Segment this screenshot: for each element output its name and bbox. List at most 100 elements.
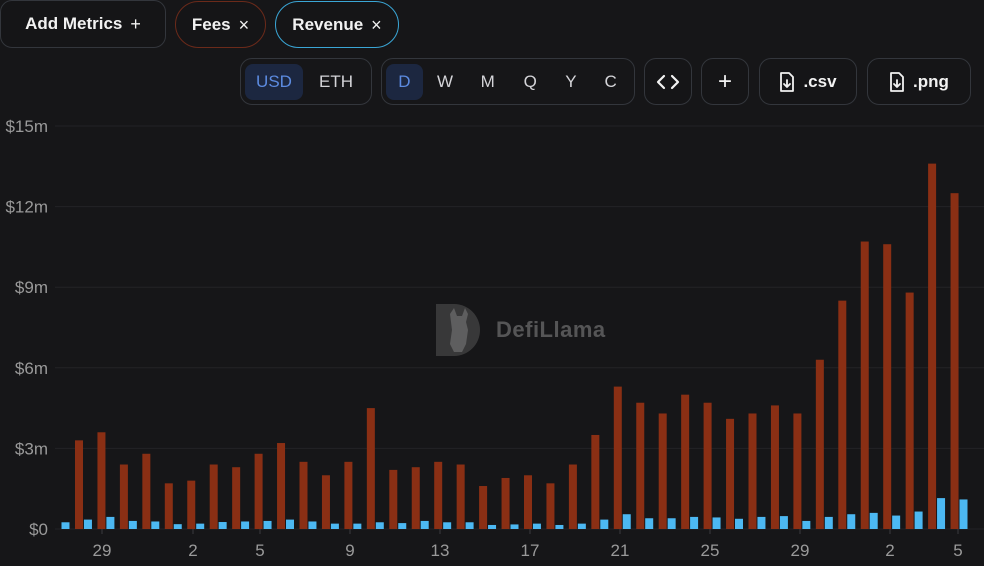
revenue-bar: [937, 498, 946, 529]
revenue-bar: [263, 520, 272, 529]
revenue-bar: [353, 523, 362, 529]
fees-bar: [860, 241, 869, 529]
fees-bar: [883, 244, 892, 530]
y-tick-label: $15m: [5, 117, 48, 136]
fees-bar: [164, 483, 173, 529]
y-tick-label: $9m: [15, 278, 48, 297]
revenue-bar: [690, 516, 699, 529]
fees-bar: [703, 402, 712, 529]
revenue-bar: [555, 524, 564, 529]
fees-bar: [501, 477, 510, 529]
fees-bar: [815, 359, 824, 529]
fees-bar: [97, 432, 106, 529]
revenue-bar: [218, 522, 227, 529]
x-tick-label: 29: [791, 541, 810, 560]
revenue-bar: [443, 522, 452, 529]
revenue-bar: [667, 518, 676, 529]
x-tick-label: 13: [431, 541, 450, 560]
fees-bar: [793, 413, 802, 529]
revenue-bar: [824, 516, 833, 529]
fees-bar: [344, 461, 353, 529]
defillama-watermark: DefiLlama: [432, 300, 606, 360]
revenue-bar: [83, 519, 92, 529]
fees-bar: [75, 440, 83, 529]
revenue-bar: [375, 522, 384, 529]
fees-bar: [232, 467, 241, 529]
x-tick-label: 29: [93, 541, 112, 560]
x-tick-label: 2: [885, 541, 894, 560]
revenue-bar: [106, 516, 115, 529]
fees-bar: [456, 464, 465, 529]
fees-bar: [770, 405, 779, 529]
revenue-bar: [779, 516, 788, 529]
fees-bar: [613, 386, 622, 529]
fees-bar: [681, 394, 690, 529]
revenue-bar: [869, 512, 878, 529]
fees-bar: [187, 480, 196, 529]
revenue-bar: [802, 520, 811, 529]
fees-revenue-bar-chart: $0$3m$6m$9m$12m$15m29 2 5 9 13 17 21 25 29 2 5: [5, 117, 984, 560]
fees-bar: [591, 434, 600, 529]
llama-logo-icon: [436, 304, 480, 356]
revenue-bar: [465, 522, 474, 529]
revenue-bar: [488, 524, 497, 529]
fees-bar: [838, 300, 847, 529]
revenue-bar: [645, 518, 654, 529]
revenue-bar: [532, 523, 541, 529]
fees-bar: [366, 408, 375, 529]
revenue-bar: [308, 521, 317, 529]
x-tick-label: 25: [701, 541, 720, 560]
fees-bar: [726, 418, 735, 529]
revenue-bar: [712, 517, 721, 529]
fees-bar: [254, 453, 263, 529]
revenue-bar: [914, 511, 923, 529]
fees-bar: [389, 469, 398, 529]
fees-bar: [748, 413, 757, 529]
revenue-bar: [241, 521, 250, 529]
revenue-bar: [128, 520, 137, 529]
revenue-bar: [510, 524, 519, 529]
y-tick-label: $3m: [15, 439, 48, 458]
fees-bar: [950, 193, 959, 529]
revenue-bar: [847, 514, 856, 529]
x-tick-label: 5: [953, 541, 962, 560]
fees-bar: [524, 475, 532, 529]
fees-bar: [142, 453, 151, 529]
fees-bar: [568, 464, 577, 529]
revenue-bar: [577, 523, 586, 529]
fees-bar: [928, 163, 937, 529]
revenue-bar: [622, 514, 631, 529]
x-tick-label: 2: [188, 541, 197, 560]
fees-bar: [636, 402, 645, 529]
revenue-bar: [959, 499, 968, 529]
revenue-bar: [196, 523, 205, 529]
revenue-bar: [330, 523, 339, 529]
fees-bar: [546, 483, 555, 529]
fees-bar: [411, 467, 420, 529]
revenue-bar: [892, 515, 901, 529]
x-tick-label: 5: [255, 541, 264, 560]
revenue-bar: [151, 521, 160, 529]
fees-bar: [434, 461, 443, 529]
watermark-text: DefiLlama: [496, 317, 606, 342]
fees-bar: [277, 443, 286, 529]
fees-bar: [321, 475, 330, 529]
y-tick-label: $12m: [5, 198, 48, 217]
revenue-bar: [735, 518, 743, 529]
revenue-bar: [600, 519, 609, 529]
fees-bar: [479, 486, 488, 529]
fees-bar: [905, 292, 914, 529]
revenue-bar: [286, 519, 294, 529]
revenue-bar: [420, 520, 429, 529]
revenue-bar: [173, 524, 182, 529]
fees-bar: [658, 413, 667, 529]
revenue-bar: [398, 523, 407, 529]
x-tick-label: 21: [611, 541, 630, 560]
revenue-bar: [757, 516, 766, 529]
fees-bar: [299, 461, 308, 529]
revenue-bar: [61, 522, 70, 529]
x-tick-label: 17: [521, 541, 540, 560]
y-tick-label: $6m: [15, 359, 48, 378]
fees-bar: [209, 464, 218, 529]
y-tick-label: $0: [29, 520, 48, 539]
